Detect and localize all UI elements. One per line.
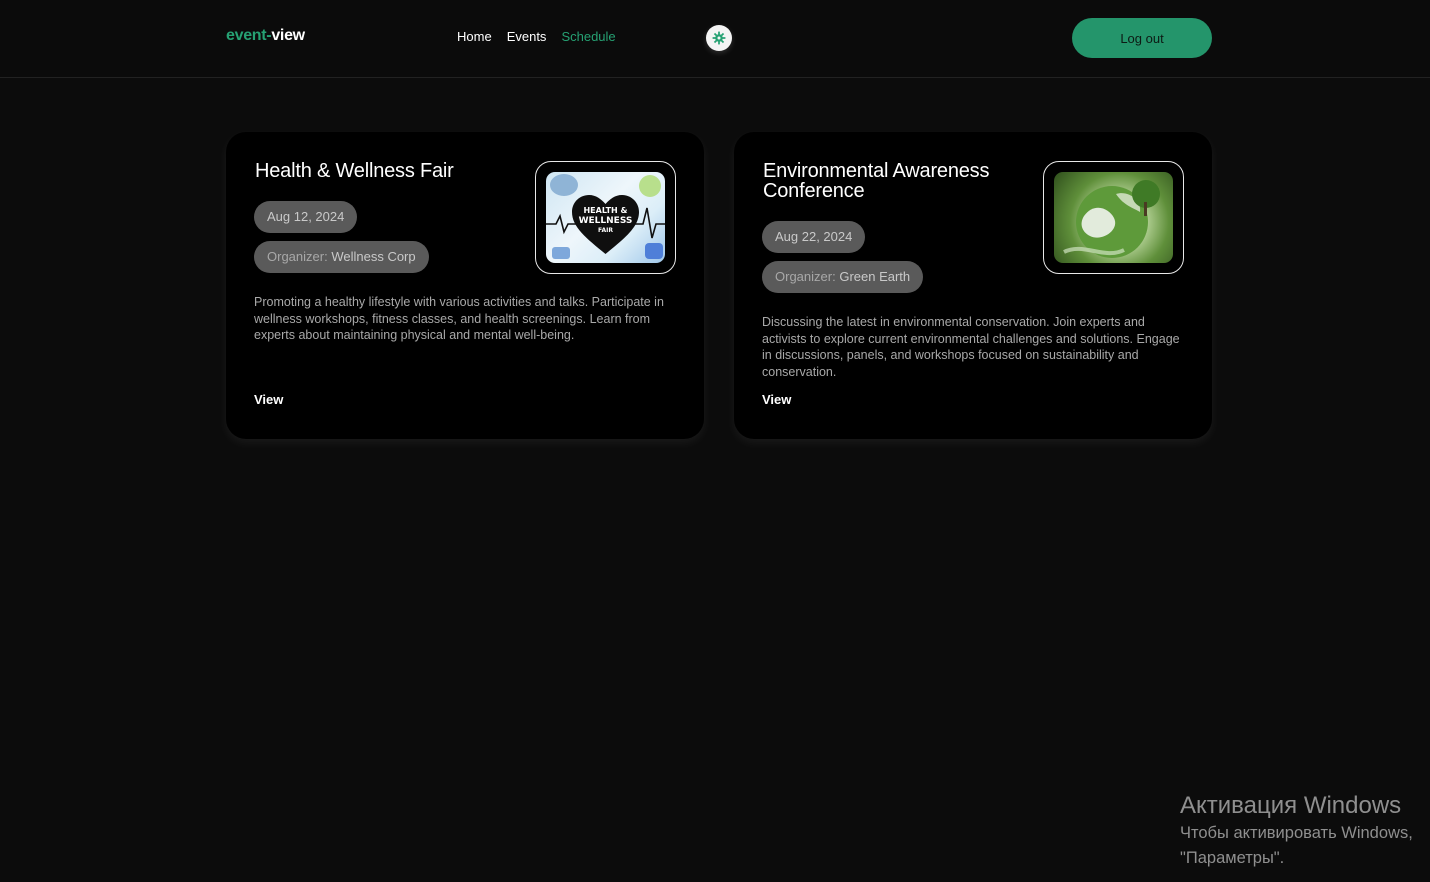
watermark-line1: Чтобы активировать Windows, [1180,824,1413,842]
event-image-frame [1043,161,1184,274]
watermark-line2: "Параметры". [1180,849,1285,867]
watermark-title: Активация Windows [1180,792,1402,819]
event-image-frame: HEALTH & WELLNESS FAIR [535,161,676,274]
logo-part-event: event- [226,27,272,44]
main-nav: Home Events Schedule [457,29,616,44]
event-title: Health & Wellness Fair [255,160,454,182]
windows-activation-watermark: Активация Windows Чтобы активировать Win… [1180,791,1413,871]
event-card: Health & Wellness Fair Aug 12, 2024 Orga… [226,132,704,439]
nav-events[interactable]: Events [507,29,547,44]
top-navbar: event-view Home Events Schedule Log out [0,0,1430,78]
event-description: Promoting a healthy lifestyle with vario… [254,295,664,343]
event-date-badge: Aug 22, 2024 [762,221,866,253]
gear-icon [712,31,726,45]
event-title: Environmental Awareness Conference [763,160,990,202]
image-text-line1: HEALTH & [583,206,628,215]
image-text-line2: WELLNESS [578,216,633,226]
logout-button[interactable]: Log out [1072,18,1212,58]
nav-home[interactable]: Home [457,29,492,44]
event-description: Discussing the latest in environmental c… [762,315,1180,380]
organizer-name: Green Earth [839,269,911,284]
organizer-name: Wellness Corp [331,249,416,264]
event-image-health: HEALTH & WELLNESS FAIR [546,172,665,263]
event-image-earth [1054,172,1173,263]
view-event-link[interactable]: View [762,392,791,407]
theme-toggle-button[interactable] [706,25,732,51]
organizer-label: Organizer: [775,269,836,284]
image-text-line3: FAIR [598,227,613,234]
organizer-label: Organizer: [267,249,328,264]
event-date: Aug 22, 2024 [775,229,853,244]
logo-part-view: view [271,27,305,44]
event-organizer-badge: Organizer: Wellness Corp [254,241,429,273]
event-date-badge: Aug 12, 2024 [254,201,358,233]
event-date: Aug 12, 2024 [267,209,345,224]
app-logo[interactable]: event-view [226,27,305,45]
event-card: Environmental Awareness Conference Aug 2… [734,132,1212,439]
event-organizer-badge: Organizer: Green Earth [762,261,924,293]
nav-schedule[interactable]: Schedule [561,29,615,44]
view-event-link[interactable]: View [254,392,283,407]
